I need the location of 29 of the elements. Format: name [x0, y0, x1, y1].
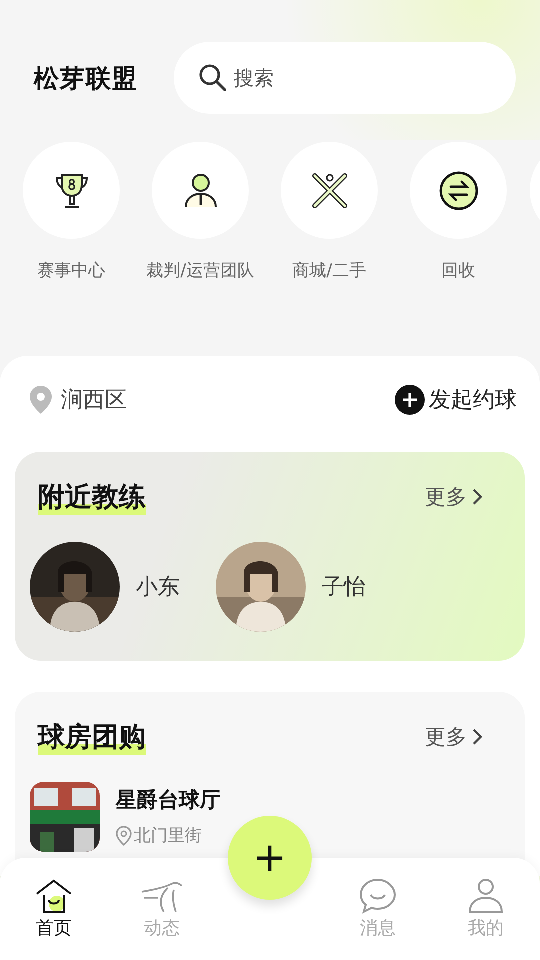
shop-name[interactable]: 星爵台球厅 [116, 786, 221, 814]
cue-sticks-icon [310, 172, 348, 210]
more-link[interactable]: 更多 [425, 483, 485, 511]
person-icon [184, 172, 218, 208]
coach-name[interactable]: 子怡 [322, 572, 366, 602]
more-link[interactable]: 更多 [425, 723, 485, 751]
shop-address: 北门里街 [134, 825, 202, 847]
exchange-icon [438, 170, 478, 210]
location-pin-icon [29, 385, 53, 415]
search-field[interactable]: 搜索 [174, 42, 516, 114]
start-match-button[interactable]: 发起约球 [395, 385, 517, 415]
home-icon [35, 878, 73, 914]
search-icon [198, 63, 228, 93]
shortcut-label[interactable]: 商城/二手 [292, 259, 366, 282]
shortcut-label[interactable]: 赛事中心 [38, 259, 106, 282]
chat-icon [359, 878, 397, 914]
location-pin-icon [116, 826, 132, 846]
shortcut-label[interactable]: 裁判/运营团队 [146, 259, 254, 282]
plus-circle-icon [395, 385, 425, 415]
coach-name[interactable]: 小东 [136, 572, 180, 602]
chevron-icon [471, 727, 485, 747]
app-title: 松芽联盟 [34, 62, 138, 94]
chevron-icon [471, 487, 485, 507]
tab-item[interactable]: 首页 [0, 858, 108, 960]
person-icon [468, 878, 504, 914]
section-title: 球房团购 [38, 719, 146, 755]
shortcut-label[interactable]: 回收 [442, 259, 476, 282]
location-label[interactable]: 涧西区 [61, 385, 127, 415]
trophy-icon [54, 172, 90, 210]
